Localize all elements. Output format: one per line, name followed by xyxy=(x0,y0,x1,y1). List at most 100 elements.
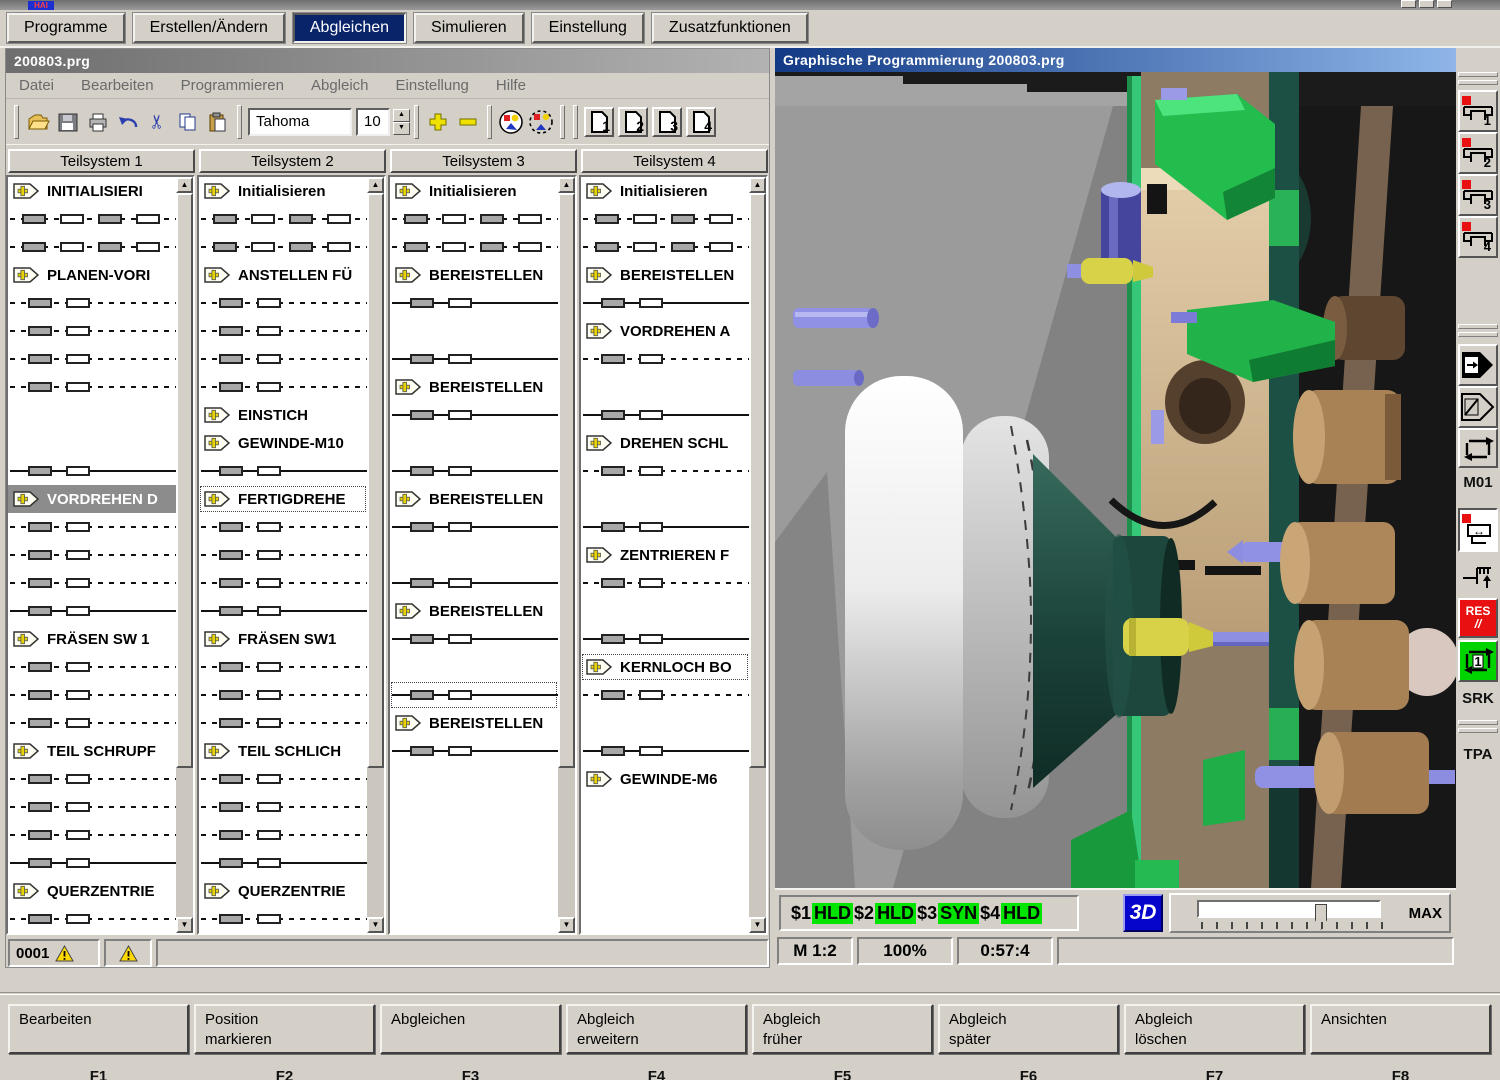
close-button[interactable] xyxy=(1437,0,1452,8)
sync-line[interactable] xyxy=(390,205,558,233)
sync-line[interactable] xyxy=(8,205,176,233)
operation-item[interactable]: ZENTRIEREN F xyxy=(581,541,749,569)
sync-line[interactable] xyxy=(390,345,558,373)
scrollbar-thumb[interactable] xyxy=(176,193,193,768)
menu-bearbeiten[interactable]: Bearbeiten xyxy=(81,77,154,94)
sync-line[interactable] xyxy=(199,569,367,597)
tab-programme[interactable]: Programme xyxy=(7,13,125,43)
softkey-bearbeiten[interactable]: Bearbeiten xyxy=(8,1004,189,1054)
sync-line[interactable] xyxy=(8,373,176,401)
scroll-down-button[interactable]: ▼ xyxy=(749,917,766,933)
column-header-teilsystem-2[interactable]: Teilsystem 2 xyxy=(199,149,386,173)
copy-button[interactable] xyxy=(173,107,203,137)
menu-datei[interactable]: Datei xyxy=(19,77,54,94)
scrollbar[interactable]: ▲▼ xyxy=(558,177,575,933)
tab-einstellung[interactable]: Einstellung xyxy=(532,13,644,43)
operation-item[interactable]: BEREISTELLEN xyxy=(390,597,558,625)
m01-stop-label[interactable]: M01 xyxy=(1456,474,1500,491)
sync-line[interactable] xyxy=(581,289,749,317)
scrollbar-thumb[interactable] xyxy=(367,193,384,768)
zoom-out-button[interactable] xyxy=(453,107,483,137)
font-select[interactable]: Tahoma xyxy=(248,108,352,136)
softkey-abgleich-frueher[interactable]: Abgleichfrüher xyxy=(752,1004,933,1054)
operation-item[interactable]: ANSTELLEN FÜ xyxy=(199,261,367,289)
operation-item[interactable]: TEIL SCHLICH xyxy=(199,737,367,765)
tool-change-button[interactable]: ↔ xyxy=(1458,508,1498,552)
column-header-teilsystem-1[interactable]: Teilsystem 1 xyxy=(8,149,195,173)
sync-line[interactable] xyxy=(581,625,749,653)
sync-line[interactable] xyxy=(390,233,558,261)
sync-line[interactable] xyxy=(8,513,176,541)
operation-item[interactable]: BEREISTELLEN xyxy=(390,373,558,401)
softkey-ansichten[interactable]: Ansichten xyxy=(1310,1004,1491,1054)
sync-line[interactable] xyxy=(199,457,367,485)
sync-line[interactable] xyxy=(199,709,367,737)
sync-line[interactable] xyxy=(390,289,558,317)
sync-line[interactable] xyxy=(581,569,749,597)
sync-line[interactable] xyxy=(199,205,367,233)
operation-item[interactable]: Initialisieren xyxy=(199,177,367,205)
softkey-abgleich-erweitern[interactable]: Abgleicherweitern xyxy=(566,1004,747,1054)
sync-line[interactable] xyxy=(8,541,176,569)
sync-line[interactable] xyxy=(8,597,176,625)
slide-select-button-2[interactable]: 2 xyxy=(1458,132,1498,174)
operation-item[interactable]: EINSTICH xyxy=(199,401,367,429)
sync-line[interactable] xyxy=(199,513,367,541)
sync-line[interactable] xyxy=(8,793,176,821)
sync-line[interactable] xyxy=(8,821,176,849)
sync-line[interactable] xyxy=(8,765,176,793)
operation-item[interactable]: BEREISTELLEN xyxy=(581,261,749,289)
sync-line[interactable] xyxy=(8,849,176,877)
scrollbar-thumb[interactable] xyxy=(749,193,766,768)
srk-label[interactable]: SRK xyxy=(1456,690,1500,707)
sync-line[interactable] xyxy=(8,569,176,597)
paste-button[interactable] xyxy=(203,107,233,137)
operation-item[interactable]: GEWINDE-M6 xyxy=(581,765,749,793)
tab-simulieren[interactable]: Simulieren xyxy=(414,13,524,43)
sync-line[interactable] xyxy=(199,317,367,345)
sync-line[interactable] xyxy=(8,709,176,737)
column-header-teilsystem-3[interactable]: Teilsystem 3 xyxy=(390,149,577,173)
operation-item[interactable]: QUERZENTRIE xyxy=(8,877,176,905)
sync-line[interactable] xyxy=(199,653,367,681)
sync-line[interactable] xyxy=(199,289,367,317)
sync-line[interactable] xyxy=(8,289,176,317)
zoom-in-button[interactable] xyxy=(423,107,453,137)
sync-line[interactable] xyxy=(581,457,749,485)
menu-abgleich[interactable]: Abgleich xyxy=(311,77,369,94)
sync-line[interactable] xyxy=(390,513,558,541)
sync-line[interactable] xyxy=(199,597,367,625)
page-button-1[interactable]: 1 xyxy=(584,107,614,137)
spinner-up-button[interactable]: ▲ xyxy=(393,109,410,122)
tab-erstellen-aendern[interactable]: Erstellen/Ändern xyxy=(133,13,285,43)
page-button-3[interactable]: 3 xyxy=(652,107,682,137)
sync-line[interactable] xyxy=(581,737,749,765)
operation-item[interactable]: FERTIGDREHE xyxy=(199,485,367,513)
scrollbar[interactable]: ▲▼ xyxy=(367,177,384,933)
single-block-button[interactable] xyxy=(1458,344,1498,386)
softkey-abgleich-loeschen[interactable]: Abgleichlöschen xyxy=(1124,1004,1305,1054)
sync-line[interactable] xyxy=(581,681,749,709)
softkey-position-markieren[interactable]: Positionmarkieren xyxy=(194,1004,375,1054)
speed-slider-track[interactable] xyxy=(1197,900,1381,918)
undo-button[interactable] xyxy=(113,107,143,137)
menu-einstellung[interactable]: Einstellung xyxy=(396,77,469,94)
sync-line[interactable] xyxy=(581,233,749,261)
sync-line[interactable] xyxy=(390,569,558,597)
sync-line[interactable] xyxy=(581,401,749,429)
sync-line[interactable] xyxy=(199,681,367,709)
sync-line[interactable] xyxy=(199,373,367,401)
slide-select-button-1[interactable]: 1 xyxy=(1458,90,1498,132)
operation-item[interactable]: FRÄSEN SW1 xyxy=(199,625,367,653)
scrollbar[interactable]: ▲▼ xyxy=(176,177,193,933)
scrollbar[interactable]: ▲▼ xyxy=(749,177,766,933)
sync-line[interactable] xyxy=(581,345,749,373)
operation-item[interactable]: INITIALISIERI xyxy=(8,177,176,205)
operation-item[interactable]: BEREISTELLEN xyxy=(390,709,558,737)
sync-line[interactable] xyxy=(199,849,367,877)
scroll-up-button[interactable]: ▲ xyxy=(176,177,193,193)
font-size-input[interactable]: 10 xyxy=(356,108,390,136)
block-skip-button[interactable] xyxy=(1458,386,1498,428)
operation-item[interactable]: BEREISTELLEN xyxy=(390,261,558,289)
slide-select-button-3[interactable]: 3 xyxy=(1458,174,1498,216)
